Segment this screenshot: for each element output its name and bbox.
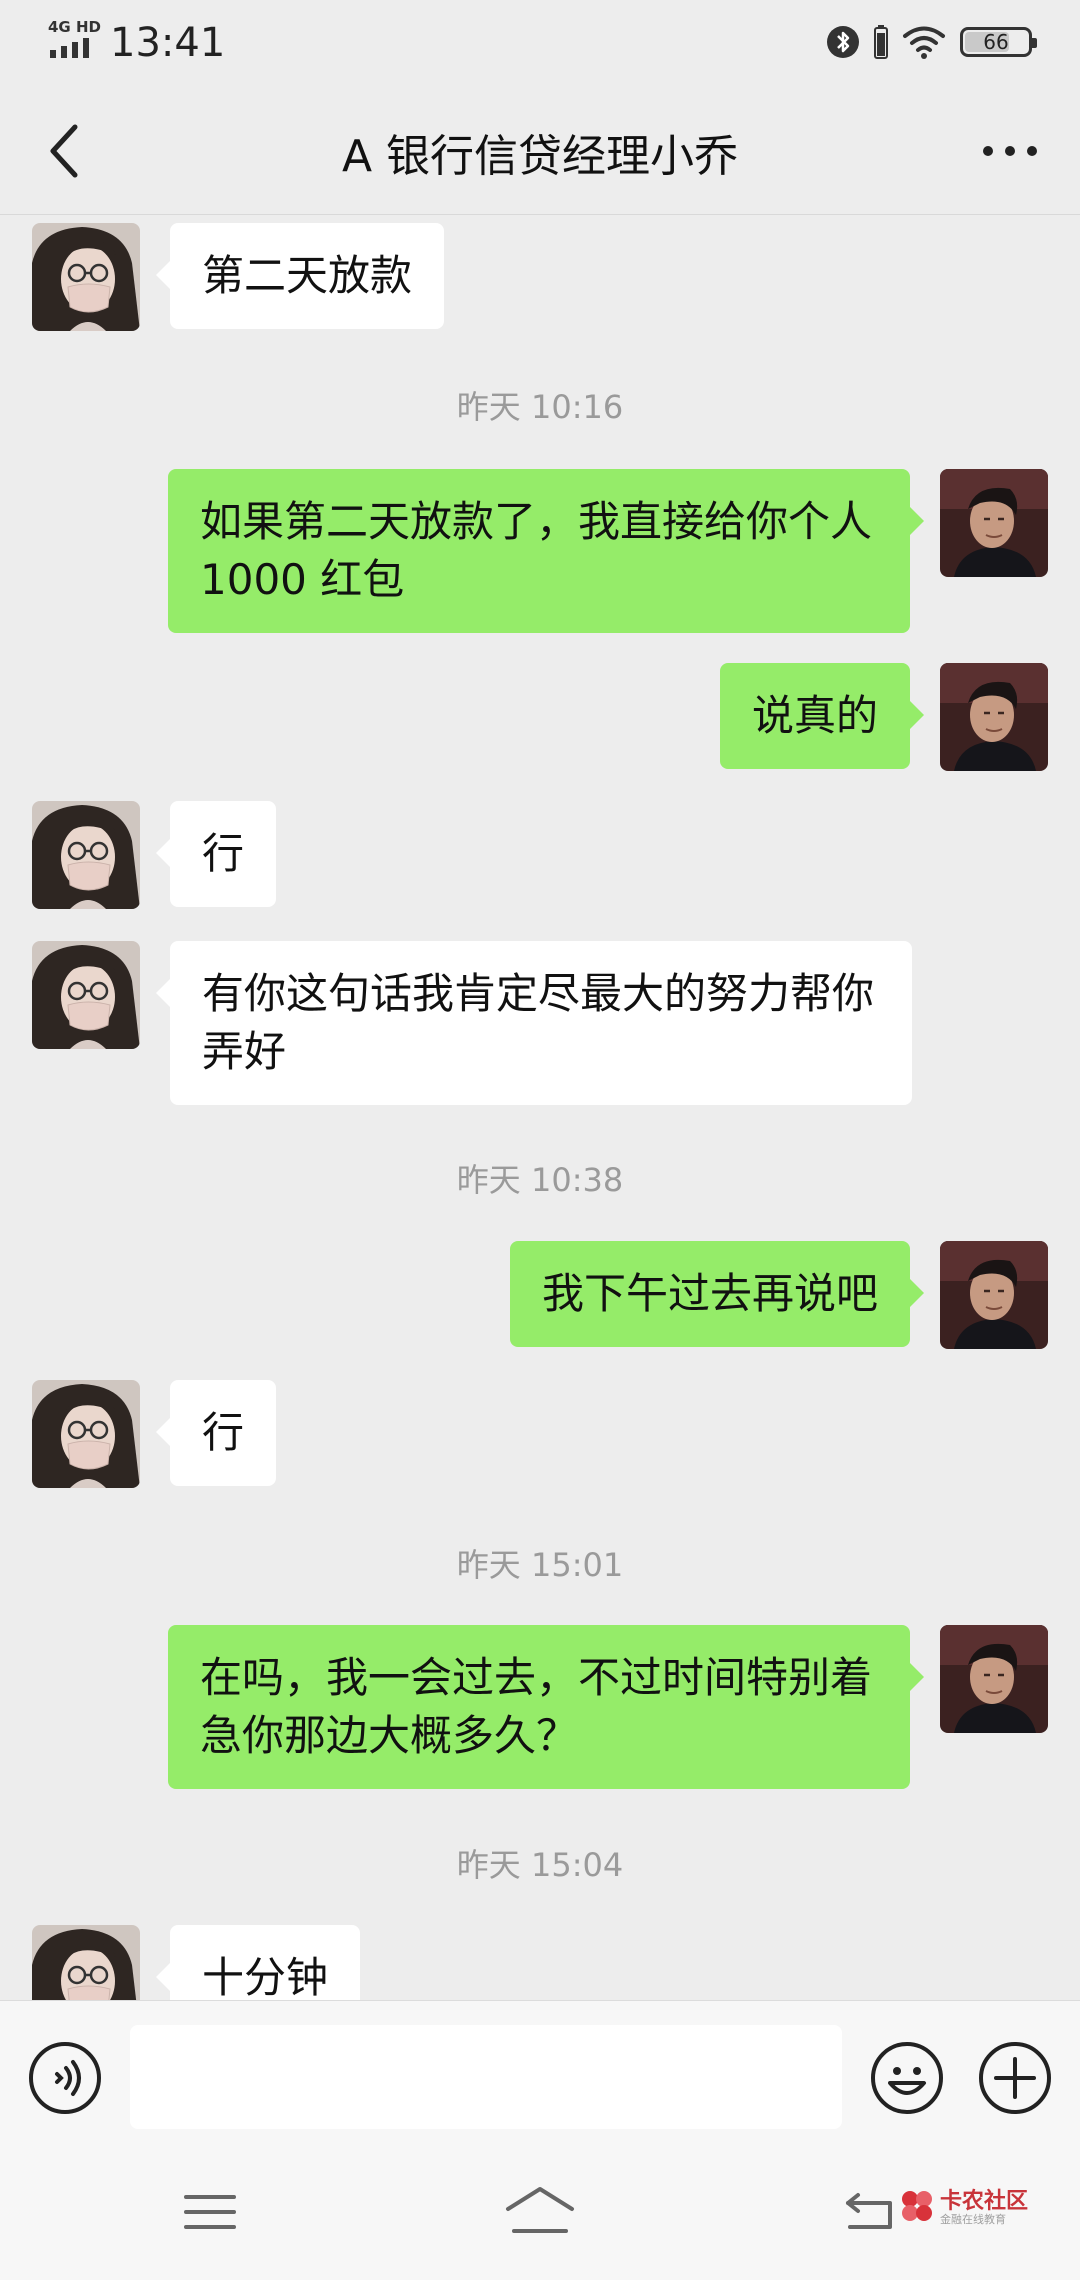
input-bar <box>0 2000 1080 2146</box>
back-icon[interactable] <box>840 2185 900 2235</box>
chat-title: A 银行信贷经理小乔 <box>341 131 739 182</box>
plus-icon[interactable] <box>978 2041 1052 2115</box>
chevron-left-icon <box>50 124 78 178</box>
incoming-message[interactable]: 十分钟 <box>155 1925 361 2000</box>
my-avatar[interactable] <box>940 1241 1048 1349</box>
system-nav-bar: 卡农社区 金融在线教育 <box>0 2145 1080 2280</box>
battery-small-icon <box>874 25 888 59</box>
watermark-tagline: 金融在线教育 <box>940 2213 1006 2226</box>
chat-header: A 银行信贷经理小乔 <box>0 86 1080 215</box>
contact-avatar[interactable] <box>32 1380 140 1488</box>
incoming-message[interactable]: 有你这句话我肯定尽最大的努力帮你弄好 <box>156 941 912 1105</box>
outgoing-message[interactable]: 在吗，我一会过去，不过时间特别着急你那边大概多久？ <box>168 1625 924 1789</box>
battery-icon: 66 <box>960 27 1037 57</box>
watermark-logo <box>902 2191 932 2221</box>
network-label: 4G HD <box>48 18 101 36</box>
status-icons: 66 <box>826 20 1037 64</box>
home-icon[interactable] <box>500 2181 580 2241</box>
message-timestamp: 昨天 10:16 <box>456 388 624 426</box>
outgoing-message[interactable]: 如果第二天放款了，我直接给你个人 1000 红包 <box>168 469 924 633</box>
more-dots-icon <box>983 146 1037 156</box>
my-avatar[interactable] <box>940 663 1048 771</box>
incoming-message[interactable]: 行 <box>155 1380 277 1486</box>
back-button[interactable] <box>30 116 100 186</box>
signal-icon <box>50 38 89 58</box>
my-avatar[interactable] <box>940 469 1048 577</box>
contact-avatar[interactable] <box>32 223 140 331</box>
bluetooth-icon <box>827 26 859 58</box>
chat-area[interactable]: 第二天放款 昨天 10:16 如果第二天放款了，我直接给你个人 1000 红包 … <box>0 215 1080 2000</box>
status-bar: 4G HD 13:41 66 <box>0 0 1080 86</box>
network-indicator: 4G HD <box>46 18 102 62</box>
wifi-icon <box>903 26 945 59</box>
outgoing-message[interactable]: 我下午过去再说吧 <box>509 1241 925 1347</box>
battery-percent: 66 <box>983 30 1009 54</box>
my-avatar[interactable] <box>940 1625 1048 1733</box>
contact-avatar[interactable] <box>32 1925 140 2000</box>
contact-avatar[interactable] <box>32 941 140 1049</box>
incoming-message[interactable]: 行 <box>155 801 277 907</box>
outgoing-message[interactable]: 说真的 <box>719 663 925 769</box>
message-timestamp: 昨天 10:38 <box>456 1161 624 1199</box>
message-timestamp: 昨天 15:04 <box>456 1846 624 1884</box>
incoming-message[interactable]: 第二天放款 <box>155 223 445 329</box>
more-button[interactable] <box>970 116 1050 186</box>
menu-icon[interactable] <box>180 2187 240 2237</box>
watermark: 卡农社区 金融在线教育 <box>898 2181 1048 2241</box>
contact-avatar[interactable] <box>32 801 140 909</box>
voice-icon[interactable] <box>28 2041 102 2115</box>
message-timestamp: 昨天 15:01 <box>456 1546 624 1584</box>
emoji-icon[interactable] <box>870 2041 944 2115</box>
message-input[interactable] <box>130 2025 842 2129</box>
status-time: 13:41 <box>110 20 226 66</box>
